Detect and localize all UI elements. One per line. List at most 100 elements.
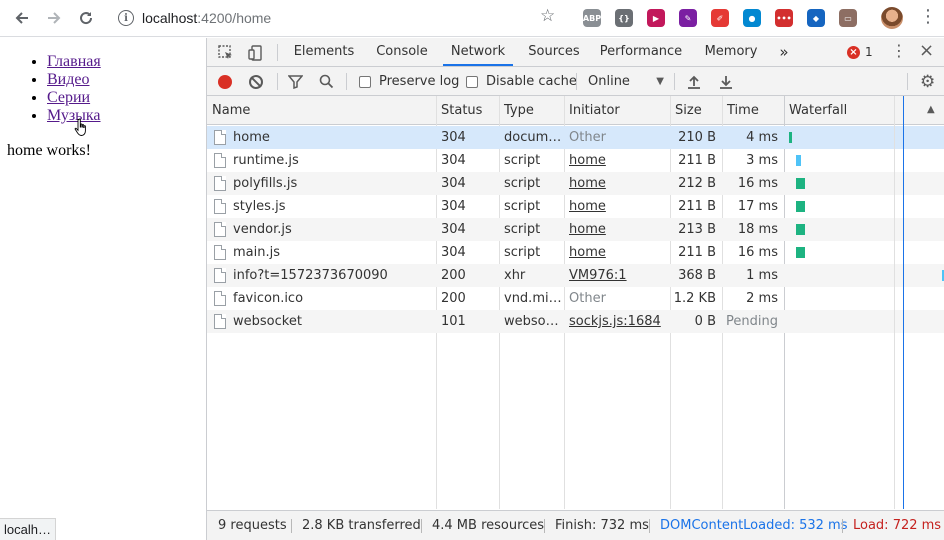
table-row[interactable]: home 304 docum… Other 210 B 4 ms <box>207 126 785 149</box>
cell-initiator[interactable]: home <box>564 241 670 264</box>
column-header-initiator[interactable]: Initiator <box>564 96 670 125</box>
table-row[interactable]: polyfills.js 304 script home 212 B 16 ms <box>207 172 785 195</box>
tab-sources[interactable]: Sources <box>521 38 587 66</box>
devtools-panel: Elements Console Network Sources Perform… <box>206 38 944 540</box>
cell-type: script <box>504 245 541 260</box>
column-header-time[interactable]: Time <box>722 96 784 125</box>
devtools-menu-icon[interactable]: ⋮ <box>891 41 907 60</box>
chevron-down-icon: ▼ <box>656 76 664 87</box>
cell-time: 4 ms <box>746 130 778 145</box>
tab-console[interactable]: Console <box>369 38 435 66</box>
summary-requests: 9 requests <box>218 518 287 533</box>
cell-time: Pending <box>726 314 778 329</box>
waterfall-bar <box>796 201 805 212</box>
record-button[interactable] <box>218 67 232 96</box>
info-icon[interactable]: i <box>118 10 134 26</box>
table-row[interactable]: info?t=1572373670090 200 xhr VM976:1 368 B 1 … <box>207 264 785 287</box>
table-row[interactable]: main.js 304 script home 211 B 16 ms <box>207 241 785 264</box>
pen-extension-icon[interactable]: ✐ <box>711 9 729 27</box>
disable-cache-checkbox[interactable]: Disable cache <box>466 67 577 96</box>
network-summary-bar: 9 requests 2.8 KB transferred 4.4 MB res… <box>207 510 944 540</box>
close-devtools-icon[interactable]: × <box>919 40 934 61</box>
browser-toolbar: i localhost:4200/home ☆ ABP {} ▶ ✎ ✐ ● ••• ◆ ▭ ⋮ <box>0 0 944 37</box>
screen-extension-icon[interactable]: ▭ <box>839 9 857 27</box>
cell-size: 210 B <box>678 130 716 145</box>
cell-type: script <box>504 199 541 214</box>
table-row[interactable]: styles.js 304 script home 211 B 17 ms <box>207 195 785 218</box>
nav-item: Серии <box>47 89 206 107</box>
cell-size: 0 B <box>694 314 716 329</box>
cell-initiator[interactable]: home <box>564 195 670 218</box>
cell-time: 16 ms <box>737 176 778 191</box>
table-row[interactable]: websocket 101 webso… sockjs.js:1684 0 B Pendi… <box>207 310 785 333</box>
flame-extension-icon[interactable]: ◆ <box>807 9 825 27</box>
network-settings-gear-icon[interactable]: ⚙ <box>920 67 935 96</box>
sort-ascending-icon[interactable]: ▲ <box>927 104 935 115</box>
cell-time: 1 ms <box>746 268 778 283</box>
more-tabs-icon[interactable]: » <box>773 38 795 66</box>
bookmark-star-icon[interactable]: ☆ <box>540 6 555 26</box>
inspect-element-icon[interactable] <box>217 44 235 62</box>
browser-menu-icon[interactable]: ⋮ <box>919 6 937 27</box>
search-button[interactable] <box>319 67 334 96</box>
device-toolbar-icon[interactable] <box>247 44 265 62</box>
error-counter[interactable]: × 1 <box>847 45 873 59</box>
toolbar-separator <box>674 73 675 90</box>
checkbox-box[interactable] <box>466 75 478 88</box>
reload-button[interactable] <box>70 2 102 34</box>
cell-size: 212 B <box>678 176 716 191</box>
nav-link-home[interactable]: Главная <box>47 53 101 70</box>
status-bubble: localh… <box>0 518 56 540</box>
throttling-value: Online <box>588 74 630 89</box>
cell-size: 1.2 KB <box>673 291 716 306</box>
cell-initiator[interactable]: home <box>564 172 670 195</box>
record-icon <box>218 74 232 89</box>
column-header-status[interactable]: Status <box>436 96 499 125</box>
cell-status: 200 <box>441 268 466 283</box>
circle-extension-icon[interactable]: ● <box>743 9 761 27</box>
feather-extension-icon[interactable]: ✎ <box>679 9 697 27</box>
nav-link-series[interactable]: Серии <box>47 89 90 106</box>
arrow-left-icon <box>15 12 28 24</box>
nav-link-video[interactable]: Видео <box>47 71 89 88</box>
tab-network[interactable]: Network <box>443 38 513 66</box>
nav-list: Главная Видео Серии Музыка <box>47 53 206 125</box>
cell-initiator[interactable]: home <box>564 149 670 172</box>
code-extension-icon[interactable]: {} <box>615 9 633 27</box>
clear-button[interactable] <box>249 67 263 96</box>
waterfall-row <box>784 149 944 172</box>
cell-type: script <box>504 176 541 191</box>
tab-elements[interactable]: Elements <box>289 38 359 66</box>
column-header-type[interactable]: Type <box>499 96 564 125</box>
profile-avatar[interactable] <box>881 7 903 29</box>
checkbox-box[interactable] <box>359 75 371 88</box>
forward-button[interactable] <box>38 2 70 34</box>
filter-button[interactable] <box>288 67 303 96</box>
summary-finish: Finish: 732 ms <box>555 518 649 533</box>
abp-extension-icon[interactable]: ABP <box>583 9 601 27</box>
tab-performance[interactable]: Performance <box>595 38 687 66</box>
cell-initiator[interactable]: VM976:1 <box>564 264 670 287</box>
address-bar[interactable]: i localhost:4200/home <box>108 3 568 33</box>
throttling-select[interactable]: Online ▼ <box>588 67 664 96</box>
column-header-size[interactable]: Size <box>670 96 722 125</box>
cell-initiator[interactable]: sockjs.js:1684 <box>564 310 670 333</box>
toolbar-separator <box>346 73 347 90</box>
dots-extension-icon[interactable]: ••• <box>775 9 793 27</box>
import-har-button[interactable] <box>687 67 701 96</box>
table-row[interactable]: favicon.ico 200 vnd.mi… Other 1.2 KB 2 ms <box>207 287 785 310</box>
media-extension-icon[interactable]: ▶ <box>647 9 665 27</box>
table-row[interactable]: vendor.js 304 script home 213 B 18 ms <box>207 218 785 241</box>
table-row[interactable]: runtime.js 304 script home 211 B 3 ms <box>207 149 785 172</box>
export-har-button[interactable] <box>719 67 733 96</box>
preserve-log-checkbox[interactable]: Preserve log <box>359 67 459 96</box>
back-button[interactable] <box>6 2 38 34</box>
cell-time: 3 ms <box>746 153 778 168</box>
tab-memory[interactable]: Memory <box>697 38 765 66</box>
summary-separator <box>544 519 545 533</box>
column-header-name[interactable]: Name <box>207 96 436 125</box>
cell-name: home <box>233 130 270 145</box>
summary-separator <box>291 519 292 533</box>
dom-content-loaded-marker <box>903 96 904 509</box>
cell-initiator[interactable]: home <box>564 218 670 241</box>
